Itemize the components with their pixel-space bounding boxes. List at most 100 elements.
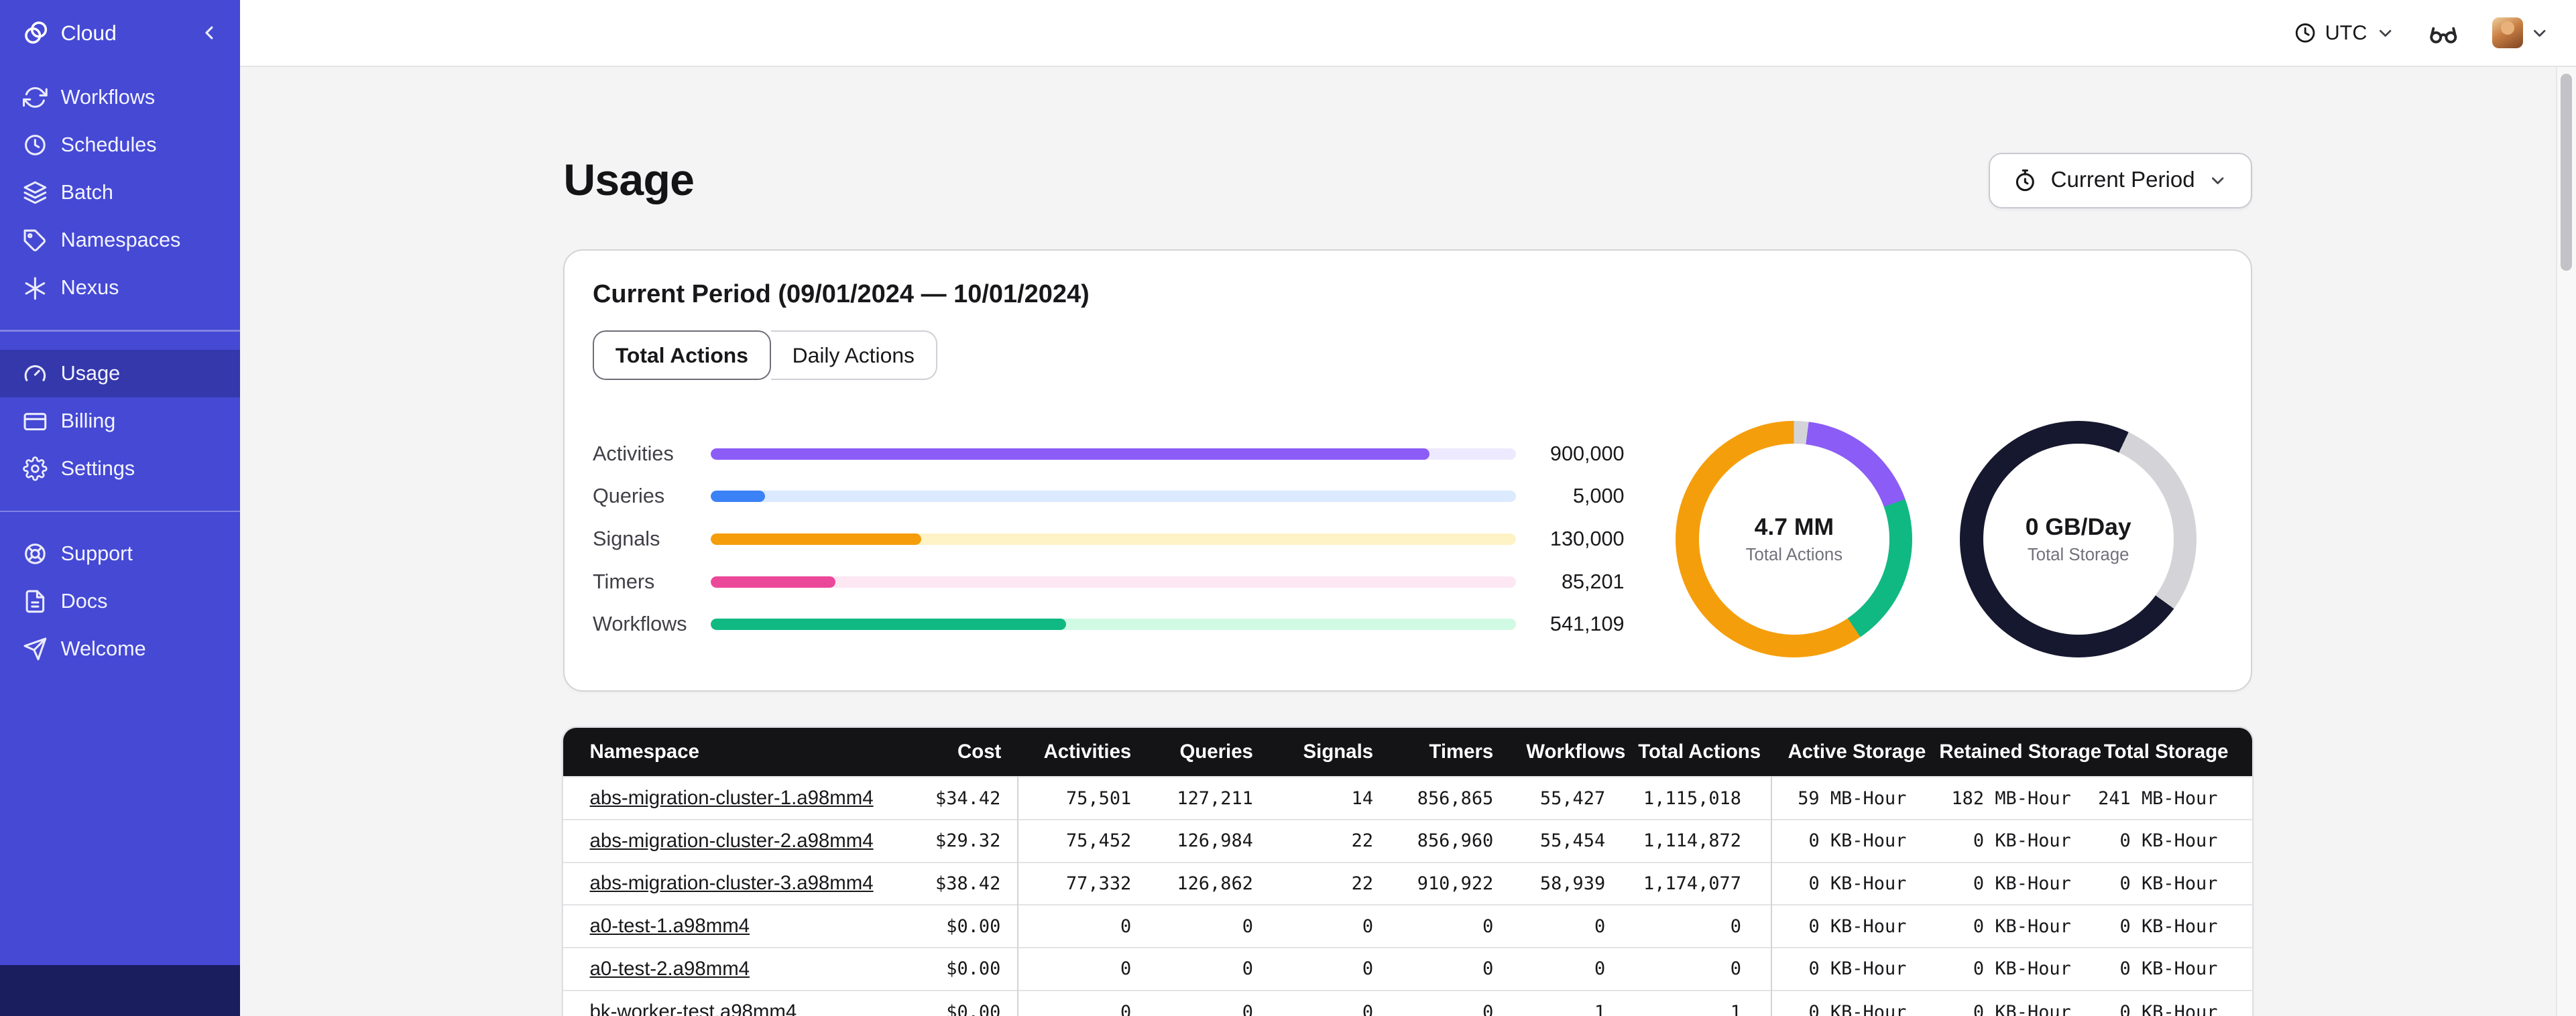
usage-summary-card: Current Period (09/01/2024 — 10/01/2024)… [563, 249, 2252, 692]
bar-value: 85,201 [1561, 570, 1625, 593]
sidebar-item-docs[interactable]: Docs [0, 578, 240, 625]
sidebar-brand: Cloud [0, 0, 240, 66]
sidebar-collapse-button[interactable] [198, 22, 220, 44]
column-header-queries: Queries [1147, 727, 1270, 777]
total-storage-donut: 0 GB/Day Total Storage [1960, 421, 2197, 657]
vertical-scrollbar[interactable] [2556, 67, 2576, 1016]
sidebar-item-label: Batch [60, 181, 113, 204]
namespace-cell: bk-worker-test.a98mm4 [563, 989, 903, 1016]
cell-active-storage: 0 KB-Hour [1771, 989, 1923, 1016]
sidebar-item-billing[interactable]: Billing [0, 397, 240, 445]
namespace-cell: a0-test-2.a98mm4 [563, 947, 903, 991]
cell-active-storage: 0 KB-Hour [1771, 861, 1923, 905]
sidebar-item-label: Schedules [60, 133, 157, 157]
namespace-link[interactable]: a0-test-2.a98mm4 [590, 958, 750, 980]
nexus-icon [23, 276, 48, 301]
sidebar-item-welcome[interactable]: Welcome [0, 625, 240, 673]
sidebar-item-label: Billing [60, 409, 116, 432]
chevron-down-icon [2208, 171, 2227, 190]
tab-daily-actions[interactable]: Daily Actions [770, 330, 937, 380]
cell-timers: 856,960 [1389, 818, 1510, 863]
bar-fill [711, 576, 836, 588]
bar-value: 5,000 [1572, 485, 1625, 508]
cell-active-storage: 59 MB-Hour [1771, 776, 1923, 820]
page-title: Usage [563, 155, 695, 206]
total-actions-donut: 4.7 MM Total Actions [1676, 421, 1913, 657]
cell-cost: $29.32 [902, 818, 1018, 863]
cell-activities: 0 [1017, 989, 1148, 1016]
glasses-icon[interactable] [2428, 17, 2459, 49]
sidebar-nav: Workflows Schedules Batch Namespaces Nexus U… [0, 66, 240, 673]
namespace-cell: abs-migration-cluster-2.a98mm4 [563, 818, 903, 863]
temporal-logo-icon [23, 19, 49, 46]
sidebar-item-nexus[interactable]: Nexus [0, 264, 240, 312]
namespace-link[interactable]: abs-migration-cluster-2.a98mm4 [590, 830, 874, 852]
cell-activities: 75,452 [1017, 818, 1148, 863]
chevron-down-icon [2376, 23, 2395, 43]
sidebar-item-batch[interactable]: Batch [0, 169, 240, 216]
bar-label: Workflows [592, 613, 687, 636]
cell-workflows: 0 [1509, 947, 1622, 991]
timezone-label: UTC [2325, 21, 2367, 44]
cell-total-storage: 0 KB-Hour [2087, 904, 2252, 948]
cell-activities: 75,501 [1017, 776, 1148, 820]
cell-activities: 0 [1017, 947, 1148, 991]
tab-total-actions[interactable]: Total Actions [592, 330, 771, 380]
cell-total-actions: 0 [1621, 904, 1773, 948]
donut-center: 4.7 MM Total Actions [1698, 444, 1889, 635]
sidebar-item-support[interactable]: Support [0, 530, 240, 578]
scrollbar-thumb[interactable] [2561, 74, 2573, 271]
namespace-link[interactable]: abs-migration-cluster-3.a98mm4 [590, 872, 874, 894]
namespace-link[interactable]: abs-migration-cluster-1.a98mm4 [590, 787, 874, 809]
cell-queries: 126,862 [1147, 861, 1270, 905]
sidebar-item-usage[interactable]: Usage [0, 349, 240, 397]
account-menu[interactable] [2492, 17, 2550, 49]
cell-total-storage: 0 KB-Hour [2087, 947, 2252, 991]
column-header-signals: Signals [1269, 727, 1390, 777]
cell-retained-storage: 0 KB-Hour [1922, 861, 2088, 905]
sidebar-item-namespaces[interactable]: Namespaces [0, 216, 240, 264]
sidebar-item-schedules[interactable]: Schedules [0, 121, 240, 169]
sidebar: Cloud Workflows Schedules Batch Namespaces N… [0, 0, 240, 1016]
sidebar-item-label: Settings [60, 456, 135, 480]
namespace-link[interactable]: a0-test-1.a98mm4 [590, 915, 750, 937]
clock-icon [2294, 21, 2317, 44]
bar-value: 900,000 [1549, 442, 1625, 465]
cell-queries: 126,984 [1147, 818, 1270, 863]
column-header-retained-storage: Retained Storage [1922, 727, 2101, 777]
namespace-link[interactable]: bk-worker-test.a98mm4 [590, 1001, 797, 1016]
sidebar-footer [0, 964, 240, 1016]
usage-bar-chart: Activities 900,000 Queries 5,000 Signals 130,… [593, 432, 1625, 645]
table-row: abs-migration-cluster-3.a98mm4 $38.42 77,3… [563, 861, 2252, 905]
cell-total-storage: 0 KB-Hour [2087, 989, 2252, 1016]
cell-cost: $0.00 [902, 989, 1018, 1016]
total-actions-value: 4.7 MM [1754, 513, 1834, 540]
period-selector-button[interactable]: Current Period [1989, 152, 2252, 209]
brand-label: Cloud [60, 20, 117, 45]
sidebar-item-workflows[interactable]: Workflows [0, 74, 240, 121]
sidebar-item-label: Namespaces [60, 229, 181, 252]
docs-icon [23, 589, 48, 614]
cell-timers: 0 [1389, 989, 1510, 1016]
usage-bar-row-signals: Signals 130,000 [593, 518, 1625, 561]
cell-workflows: 55,454 [1509, 818, 1622, 863]
namespace-usage-table: Namespace Cost Activities Queries Signals Tim… [563, 727, 2252, 1016]
cell-signals: 14 [1269, 776, 1390, 820]
table-row: a0-test-1.a98mm4 $0.00 0 0 0 0 0 0 0 KB-Hour 0 KB… [563, 904, 2252, 948]
support-icon [23, 542, 48, 566]
cell-signals: 22 [1269, 861, 1390, 905]
cell-cost: $34.42 [902, 776, 1018, 820]
card-title: Current Period (09/01/2024 — 10/01/2024) [592, 280, 1090, 309]
cell-queries: 0 [1147, 989, 1270, 1016]
bar-label: Timers [592, 570, 655, 593]
bar-fill [711, 619, 1066, 631]
timezone-selector[interactable]: UTC [2294, 21, 2395, 45]
cell-active-storage: 0 KB-Hour [1771, 904, 1923, 948]
cell-total-storage: 0 KB-Hour [2087, 861, 2252, 905]
cell-workflows: 0 [1509, 904, 1622, 948]
sidebar-item-settings[interactable]: Settings [0, 445, 240, 493]
table-row: a0-test-2.a98mm4 $0.00 0 0 0 0 0 0 0 KB-Hour 0 KB… [563, 947, 2252, 991]
topbar: UTC [239, 0, 2576, 68]
chevron-down-icon [2530, 23, 2549, 43]
cell-activities: 77,332 [1017, 861, 1148, 905]
